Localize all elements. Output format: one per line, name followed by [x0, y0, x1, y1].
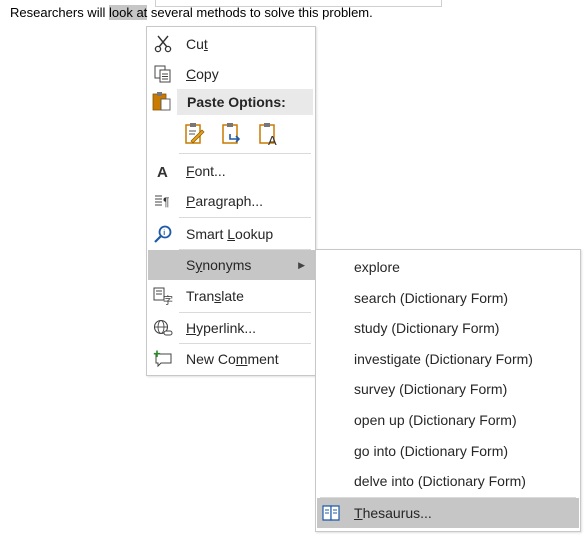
- menu-item-paragraph[interactable]: ¶ Paragraph...: [148, 186, 314, 216]
- menu-item-synonyms[interactable]: Synonyms ▶: [148, 250, 315, 280]
- paste-options-row: A: [184, 121, 304, 151]
- copy-icon: [154, 65, 171, 83]
- synonyms-submenu: explore search (Dictionary Form) study (…: [315, 249, 581, 532]
- menu-item-font[interactable]: A Font...: [148, 156, 314, 186]
- synonym-item[interactable]: delve into (Dictionary Form): [317, 466, 579, 496]
- keep-source-formatting-icon[interactable]: [184, 121, 206, 147]
- menu-item-label: Copy: [186, 66, 219, 82]
- new-comment-icon: [153, 350, 172, 368]
- menu-item-label: New Comment: [186, 351, 279, 367]
- menu-item-new-comment[interactable]: New Comment: [148, 344, 314, 374]
- synonym-item[interactable]: survey (Dictionary Form): [317, 374, 579, 404]
- synonym-item[interactable]: explore: [317, 252, 579, 282]
- menu-item-label: Smart Lookup: [186, 226, 274, 242]
- menu-item-label: Thesaurus...: [354, 505, 432, 521]
- smart-lookup-icon: i: [154, 225, 172, 243]
- svg-text:i: i: [163, 230, 165, 237]
- paragraph-icon: ¶: [155, 195, 169, 209]
- menu-separator: [179, 217, 311, 218]
- scissors-icon: [154, 35, 172, 53]
- menu-item-label: Paragraph...: [186, 193, 264, 209]
- paste-options-header: Paste Options:: [177, 89, 313, 115]
- book-icon: [322, 505, 340, 521]
- svg-text:A: A: [157, 164, 168, 180]
- translate-icon: 字: [153, 287, 173, 305]
- synonym-item[interactable]: investigate (Dictionary Form): [317, 344, 579, 374]
- menu-item-label: Translate: [186, 288, 244, 304]
- menu-item-cut[interactable]: Cut: [148, 29, 314, 59]
- keep-text-only-icon[interactable]: A: [258, 121, 282, 147]
- menu-item-hyperlink[interactable]: Hyperlink...: [148, 313, 314, 343]
- context-menu: Cut Copy Paste Options: A A Font... ¶ Pa…: [146, 26, 316, 376]
- svg-text:¶: ¶: [163, 195, 169, 209]
- synonym-item[interactable]: go into (Dictionary Form): [317, 436, 579, 466]
- svg-text:字: 字: [163, 294, 173, 305]
- svg-text:A: A: [268, 133, 277, 147]
- selected-text[interactable]: look at: [108, 5, 148, 20]
- menu-item-label: Hyperlink...: [186, 320, 257, 336]
- text-before-selection: Researchers will: [10, 5, 109, 20]
- menu-item-smart-lookup[interactable]: i Smart Lookup: [148, 219, 314, 249]
- globe-link-icon: [153, 319, 173, 336]
- submenu-arrow-icon: ▶: [298, 260, 305, 270]
- menu-item-copy[interactable]: Copy: [148, 59, 314, 89]
- merge-formatting-icon[interactable]: [221, 121, 243, 147]
- menu-item-label: Cut: [186, 36, 208, 52]
- menu-separator: [179, 153, 311, 154]
- synonym-item[interactable]: study (Dictionary Form): [317, 313, 579, 343]
- font-icon: A: [157, 164, 168, 180]
- menu-item-thesaurus[interactable]: Thesaurus...: [317, 498, 579, 528]
- synonym-item[interactable]: open up (Dictionary Form): [317, 405, 579, 435]
- synonym-item[interactable]: search (Dictionary Form): [317, 283, 579, 313]
- text-after-selection: several methods to solve this problem.: [147, 5, 373, 20]
- menu-item-label: Synonyms: [186, 257, 252, 273]
- clipboard-icon: [152, 92, 171, 111]
- menu-item-label: Font...: [186, 163, 226, 179]
- menu-item-translate[interactable]: 字 Translate: [148, 281, 314, 311]
- document-text-line: Researchers will look at several methods…: [10, 5, 373, 20]
